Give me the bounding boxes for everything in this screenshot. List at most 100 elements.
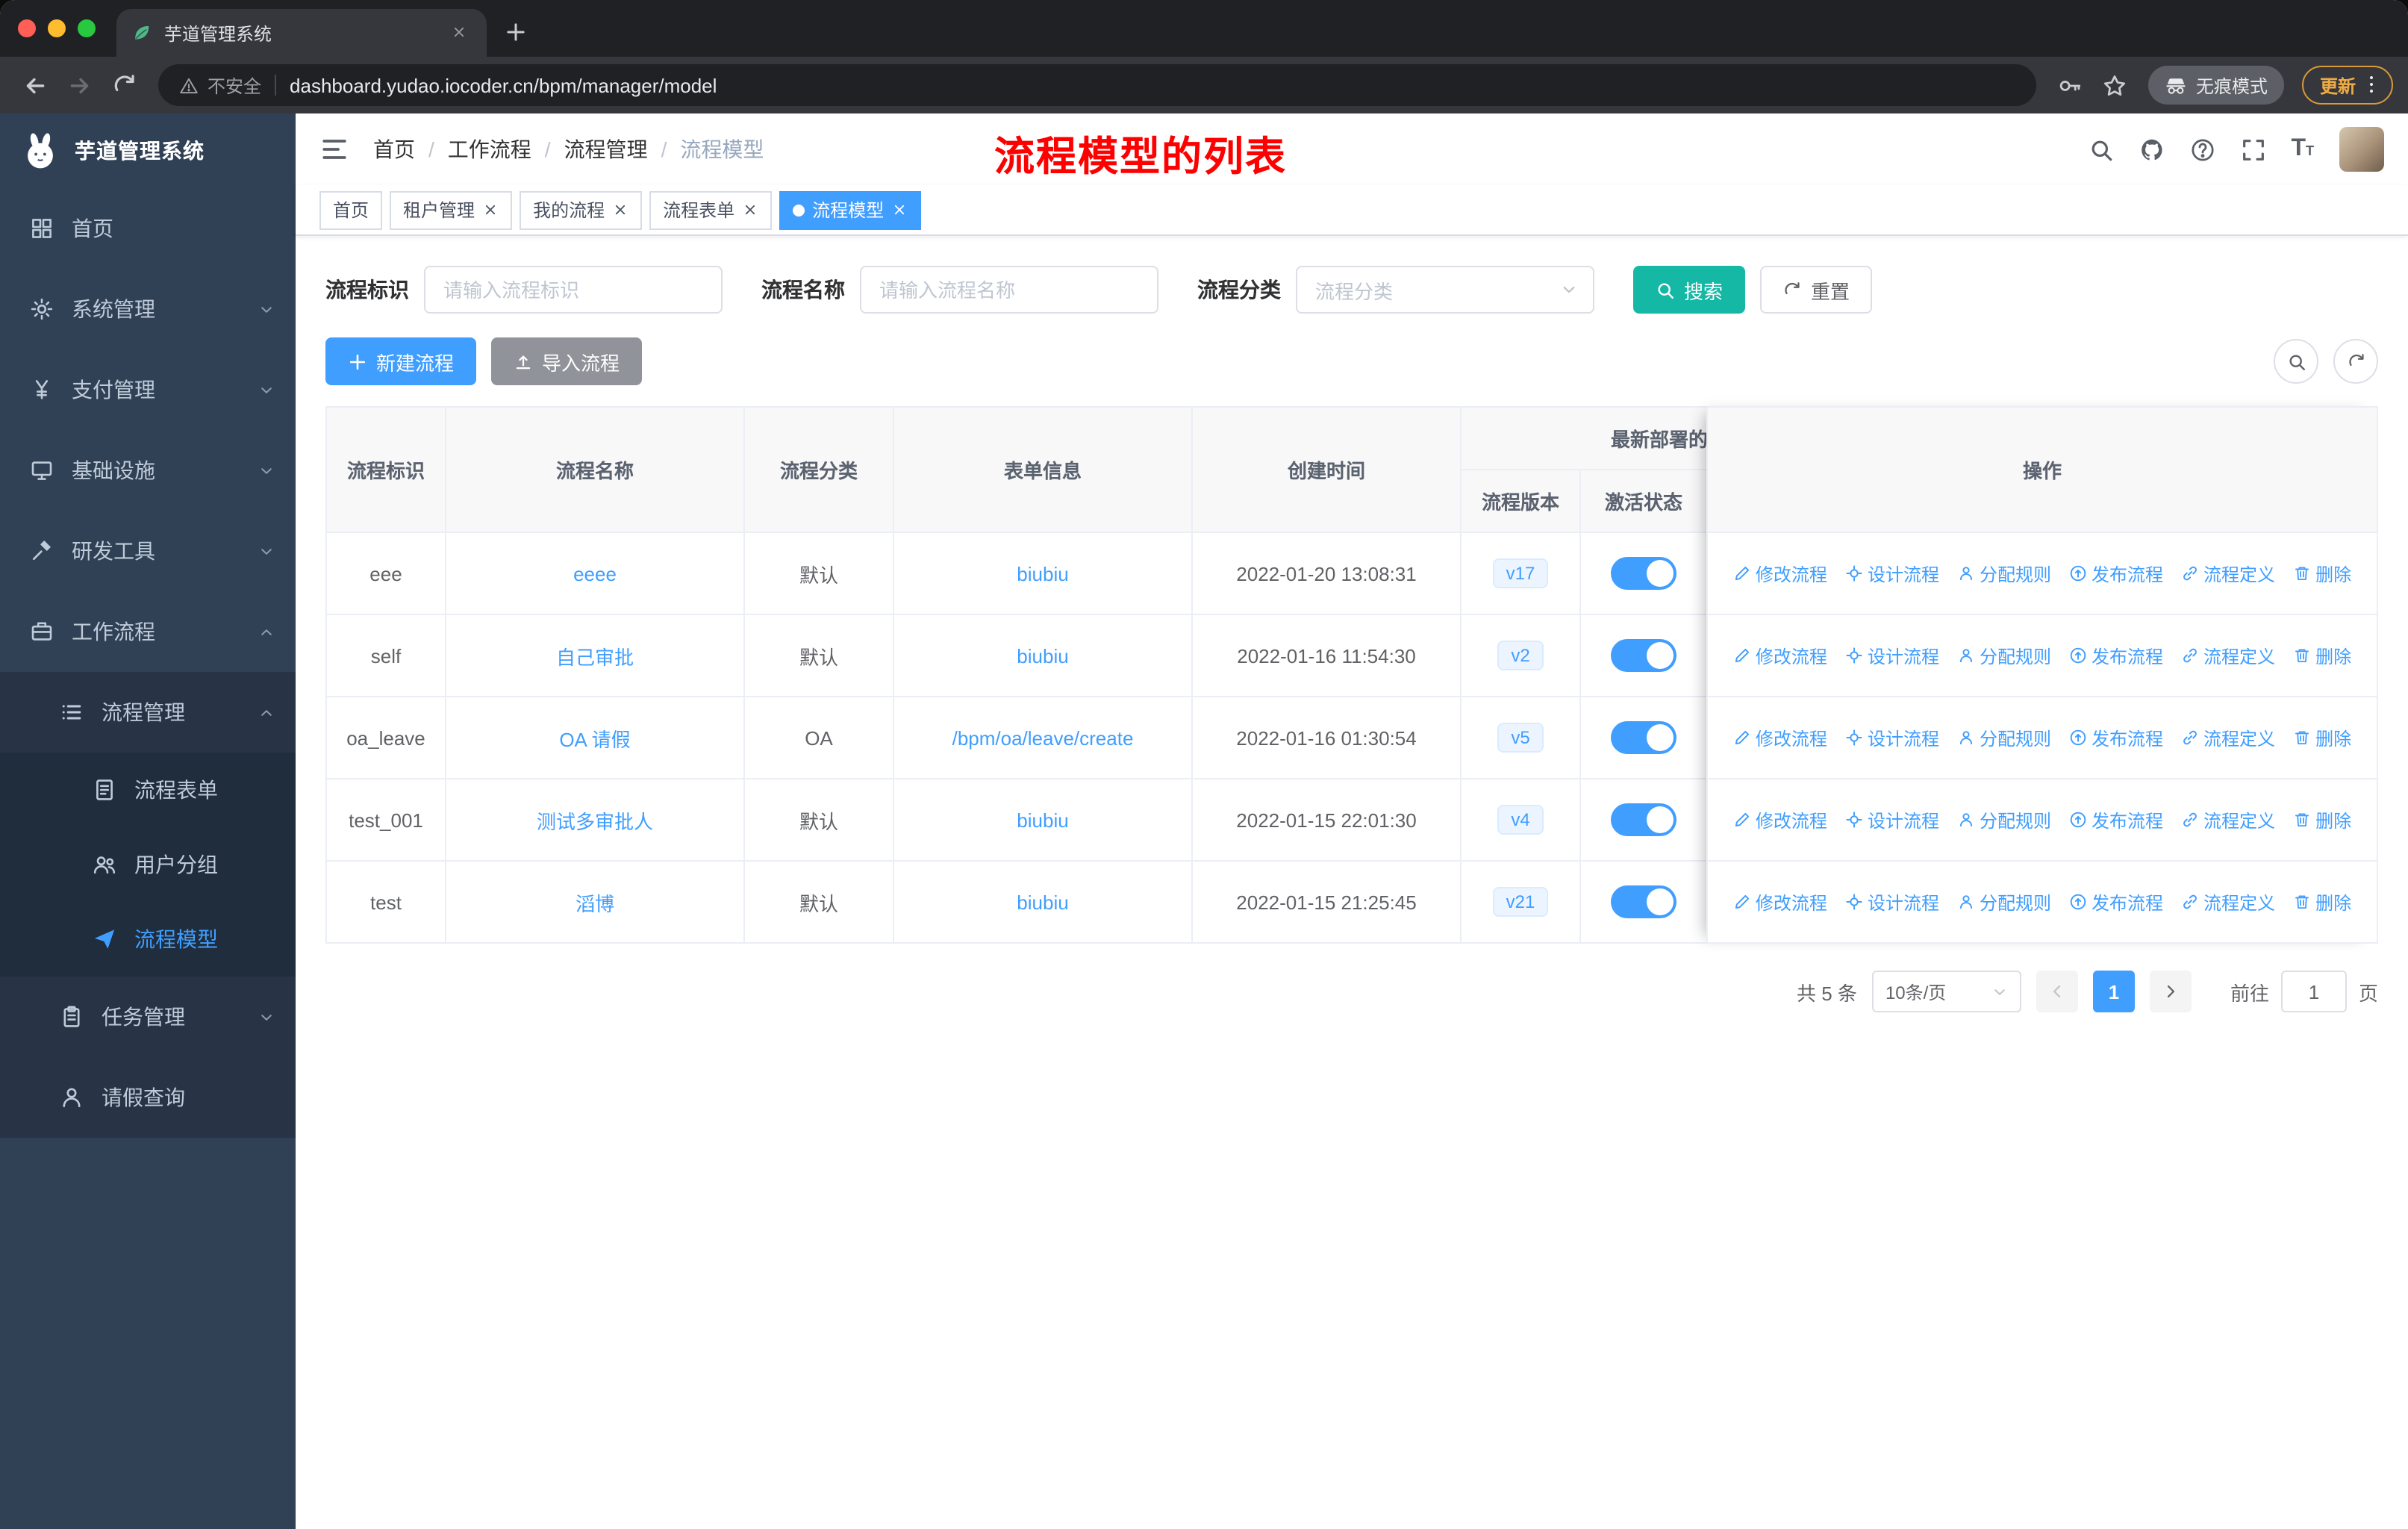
- breadcrumb-item[interactable]: 流程管理: [564, 134, 648, 164]
- tab-close-icon[interactable]: [451, 22, 472, 43]
- process-name-link[interactable]: 滔博: [576, 888, 614, 916]
- action-design[interactable]: 设计流程: [1845, 725, 1939, 750]
- action-assign-rule[interactable]: 分配规则: [1957, 725, 2051, 750]
- bookmark-star-icon[interactable]: [2096, 66, 2135, 105]
- action-publish[interactable]: 发布流程: [2069, 889, 2163, 915]
- process-key-input[interactable]: [424, 266, 723, 314]
- sidebar-item-system-management[interactable]: 系统管理: [0, 269, 296, 349]
- action-delete[interactable]: 删除: [2293, 725, 2351, 750]
- sidebar-item-process-management[interactable]: 流程管理: [0, 672, 296, 753]
- action-design[interactable]: 设计流程: [1845, 643, 1939, 668]
- tags-view-item-home[interactable]: 首页: [319, 190, 383, 229]
- tags-view-item-my-process[interactable]: 我的流程: [520, 190, 643, 229]
- action-publish[interactable]: 发布流程: [2069, 807, 2163, 832]
- sidebar-item-dev-tools[interactable]: 研发工具: [0, 511, 296, 591]
- security-label[interactable]: 不安全: [208, 72, 261, 98]
- action-publish[interactable]: 发布流程: [2069, 561, 2163, 586]
- sidebar-toggle-icon[interactable]: [319, 134, 349, 164]
- sidebar-item-task-management[interactable]: 任务管理: [0, 977, 296, 1057]
- reload-button[interactable]: [105, 66, 143, 105]
- action-modify[interactable]: 修改流程: [1733, 807, 1827, 832]
- back-button[interactable]: [15, 66, 54, 105]
- action-definition[interactable]: 流程定义: [2181, 643, 2275, 668]
- user-avatar[interactable]: [2339, 127, 2384, 172]
- password-manager-icon[interactable]: [2051, 66, 2090, 105]
- tags-view-item-process-model[interactable]: 流程模型: [779, 190, 922, 229]
- action-publish[interactable]: 发布流程: [2069, 725, 2163, 750]
- form-link[interactable]: biubiu: [1017, 891, 1068, 913]
- forward-button[interactable]: [60, 66, 99, 105]
- sidebar-item-process-model[interactable]: 流程模型: [0, 902, 296, 977]
- tags-view-item-tenant-management[interactable]: 租户管理: [390, 190, 513, 229]
- category-select[interactable]: 流程分类: [1296, 266, 1594, 314]
- zoom-window-button[interactable]: [78, 19, 96, 37]
- active-toggle[interactable]: [1611, 557, 1676, 590]
- sidebar-item-workflow[interactable]: 工作流程: [0, 591, 296, 672]
- refresh-table-button[interactable]: [2333, 339, 2378, 384]
- form-link[interactable]: biubiu: [1017, 809, 1068, 831]
- page-size-select[interactable]: 10条/页: [1871, 971, 2021, 1012]
- action-design[interactable]: 设计流程: [1845, 889, 1939, 915]
- action-definition[interactable]: 流程定义: [2181, 807, 2275, 832]
- fullscreen-icon[interactable]: [2240, 137, 2265, 162]
- goto-page-input[interactable]: [2280, 971, 2347, 1012]
- close-window-button[interactable]: [18, 19, 36, 37]
- process-name-link[interactable]: eeee: [573, 562, 617, 585]
- action-assign-rule[interactable]: 分配规则: [1957, 807, 2051, 832]
- font-size-icon[interactable]: TT: [2291, 137, 2314, 161]
- close-icon[interactable]: [612, 202, 628, 218]
- active-toggle[interactable]: [1611, 639, 1676, 672]
- close-icon[interactable]: [891, 202, 908, 218]
- browser-menu-icon[interactable]: [2360, 73, 2384, 97]
- action-delete[interactable]: 删除: [2293, 561, 2351, 586]
- sidebar-item-leave-query[interactable]: 请假查询: [0, 1057, 296, 1138]
- action-design[interactable]: 设计流程: [1845, 807, 1939, 832]
- active-toggle[interactable]: [1611, 803, 1676, 836]
- action-delete[interactable]: 删除: [2293, 643, 2351, 668]
- form-link[interactable]: biubiu: [1017, 562, 1068, 585]
- github-icon[interactable]: [2139, 137, 2164, 162]
- sidebar-item-infrastructure[interactable]: 基础设施: [0, 430, 296, 511]
- sidebar-item-home[interactable]: 首页: [0, 188, 296, 269]
- next-page-button[interactable]: [2149, 971, 2192, 1012]
- sidebar-item-payment-management[interactable]: 支付管理: [0, 349, 296, 430]
- action-definition[interactable]: 流程定义: [2181, 725, 2275, 750]
- process-name-link[interactable]: 自己审批: [556, 641, 634, 670]
- action-definition[interactable]: 流程定义: [2181, 561, 2275, 586]
- tags-view-item-process-form[interactable]: 流程表单: [649, 190, 773, 229]
- action-definition[interactable]: 流程定义: [2181, 889, 2275, 915]
- action-modify[interactable]: 修改流程: [1733, 561, 1827, 586]
- sidebar-item-process-form[interactable]: 流程表单: [0, 753, 296, 827]
- import-process-button[interactable]: 导入流程: [491, 337, 643, 385]
- action-delete[interactable]: 删除: [2293, 807, 2351, 832]
- search-button[interactable]: 搜索: [1633, 266, 1746, 314]
- reset-button[interactable]: 重置: [1760, 266, 1873, 314]
- action-delete[interactable]: 删除: [2293, 889, 2351, 915]
- action-assign-rule[interactable]: 分配规则: [1957, 889, 2051, 915]
- update-chip[interactable]: 更新: [2301, 66, 2393, 105]
- create-process-button[interactable]: 新建流程: [325, 337, 477, 385]
- action-assign-rule[interactable]: 分配规则: [1957, 561, 2051, 586]
- close-icon[interactable]: [742, 202, 758, 218]
- sidebar-item-user-group[interactable]: 用户分组: [0, 827, 296, 902]
- page-number-current[interactable]: 1: [2092, 971, 2135, 1012]
- action-modify[interactable]: 修改流程: [1733, 725, 1827, 750]
- prev-page-button[interactable]: [2036, 971, 2078, 1012]
- action-publish[interactable]: 发布流程: [2069, 643, 2163, 668]
- active-toggle[interactable]: [1611, 721, 1676, 754]
- breadcrumb-item[interactable]: 工作流程: [448, 134, 531, 164]
- help-icon[interactable]: [2189, 137, 2215, 162]
- active-toggle[interactable]: [1611, 885, 1676, 918]
- form-link[interactable]: biubiu: [1017, 644, 1068, 667]
- form-link[interactable]: /bpm/oa/leave/create: [952, 726, 1134, 749]
- action-assign-rule[interactable]: 分配规则: [1957, 643, 2051, 668]
- close-icon[interactable]: [482, 202, 499, 218]
- action-modify[interactable]: 修改流程: [1733, 643, 1827, 668]
- header-search-icon[interactable]: [2088, 137, 2113, 162]
- process-name-link[interactable]: OA 请假: [559, 723, 630, 752]
- show-search-button[interactable]: [2274, 339, 2318, 384]
- breadcrumb-item[interactable]: 首页: [373, 134, 415, 164]
- new-tab-button[interactable]: [505, 21, 528, 45]
- address-bar[interactable]: 不安全 dashboard.yudao.iocoder.cn/bpm/manag…: [158, 64, 2036, 106]
- minimize-window-button[interactable]: [48, 19, 66, 37]
